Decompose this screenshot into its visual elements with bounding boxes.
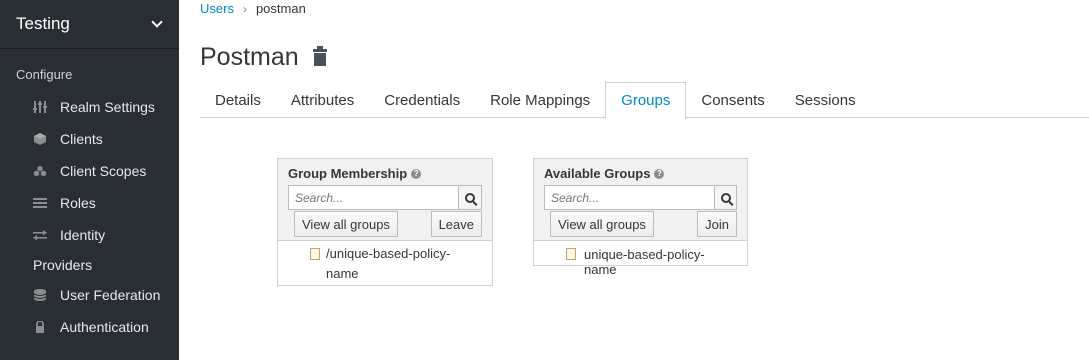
sidebar: Testing Configure Realm Settings Clients…	[0, 0, 179, 360]
tab-sessions[interactable]: Sessions	[780, 82, 871, 118]
section-title-configure: Configure	[16, 67, 73, 82]
sidebar-item-label: User Federation	[60, 287, 161, 303]
page-title-text: Postman	[200, 43, 299, 71]
breadcrumb: Users › postman	[200, 1, 306, 16]
tab-groups[interactable]: Groups	[605, 82, 687, 119]
database-icon	[33, 289, 47, 301]
search-icon	[465, 192, 475, 203]
search-icon	[720, 192, 731, 203]
view-all-groups-button[interactable]: View all groups	[550, 211, 654, 237]
exchange-icon	[33, 230, 47, 241]
join-button[interactable]: Join	[697, 211, 737, 237]
sidebar-item-label: Identity	[60, 227, 106, 243]
main-content: Users › postman Postman Details Attribut…	[179, 0, 1089, 360]
tree-item-label: unique-based-policy-name	[584, 247, 705, 277]
cubes-icon	[33, 165, 47, 177]
tab-credentials[interactable]: Credentials	[369, 82, 475, 118]
tab-details[interactable]: Details	[200, 82, 276, 118]
help-icon[interactable]: ?	[411, 168, 422, 179]
available-groups-search	[544, 185, 737, 210]
sidebar-item-roles[interactable]: Roles	[0, 187, 179, 219]
group-membership-tree: /unique-based-policy-name	[278, 241, 492, 288]
sidebar-item-label: Clients	[60, 131, 103, 147]
available-groups-tree: unique-based-policy-name	[534, 241, 747, 281]
page-title: Postman	[200, 43, 327, 72]
help-icon[interactable]: ?	[654, 168, 665, 179]
sidebar-item-label: Authentication	[60, 319, 149, 335]
sidebar-item-client-scopes[interactable]: Client Scopes	[0, 155, 179, 187]
sidebar-item-label-continued: Providers	[33, 257, 93, 273]
list-icon	[33, 198, 47, 208]
file-icon	[566, 248, 576, 260]
tab-consents[interactable]: Consents	[686, 82, 779, 118]
group-membership-search-input[interactable]	[288, 185, 458, 210]
trash-icon[interactable]	[312, 46, 327, 66]
sidebar-item-label: Roles	[60, 195, 96, 211]
sidebar-item-realm-settings[interactable]: Realm Settings	[0, 91, 179, 123]
group-membership-search	[288, 185, 482, 210]
sidebar-item-authentication[interactable]: Authentication	[0, 311, 179, 343]
sidebar-item-clients[interactable]: Clients	[0, 123, 179, 155]
available-groups-panel: Available Groups ? View all groups Join	[533, 158, 748, 277]
available-groups-search-button[interactable]	[714, 185, 737, 210]
group-membership-header: Group Membership ? View all groups Leave	[278, 159, 492, 241]
tab-attributes[interactable]: Attributes	[276, 82, 369, 118]
group-membership-actions: View all groups Leave	[288, 211, 482, 240]
tab-bar: Details Attributes Credentials Role Mapp…	[200, 82, 1089, 119]
available-groups-actions: View all groups Join	[544, 211, 737, 240]
sidebar-item-label: Realm Settings	[60, 99, 155, 115]
tree-item[interactable]: /unique-based-policy-name	[310, 243, 482, 288]
group-membership-search-button[interactable]	[458, 185, 482, 210]
sidebar-item-label: Client Scopes	[60, 163, 147, 179]
file-icon	[310, 248, 320, 260]
realm-selector[interactable]: Testing	[0, 0, 179, 49]
sidebar-item-identity-providers[interactable]: Identity	[0, 219, 179, 251]
breadcrumb-users-link[interactable]: Users	[200, 1, 234, 16]
breadcrumb-separator: ›	[242, 1, 247, 16]
leave-button[interactable]: Leave	[430, 211, 482, 237]
available-groups-title: Available Groups ?	[544, 166, 737, 181]
lock-icon	[36, 321, 44, 333]
realm-name: Testing	[16, 14, 70, 33]
breadcrumb-current: postman	[255, 1, 306, 16]
available-groups-header: Available Groups ? View all groups Join	[534, 159, 747, 241]
cube-icon	[34, 133, 46, 145]
tab-role-mappings[interactable]: Role Mappings	[475, 82, 605, 118]
sidebar-item-user-federation[interactable]: User Federation	[0, 279, 179, 311]
chevron-down-icon	[151, 16, 163, 28]
available-groups-search-input[interactable]	[544, 185, 714, 210]
tree-item-label: /unique-based-policy-name	[326, 246, 451, 281]
view-all-groups-button[interactable]: View all groups	[294, 211, 398, 237]
group-membership-panel: Group Membership ? View all groups Leave	[277, 158, 493, 286]
app-root: Testing Configure Realm Settings Clients…	[0, 0, 1089, 360]
sliders-icon	[33, 101, 47, 113]
tree-item[interactable]: unique-based-policy-name	[566, 243, 737, 281]
group-membership-title: Group Membership ?	[288, 166, 482, 181]
